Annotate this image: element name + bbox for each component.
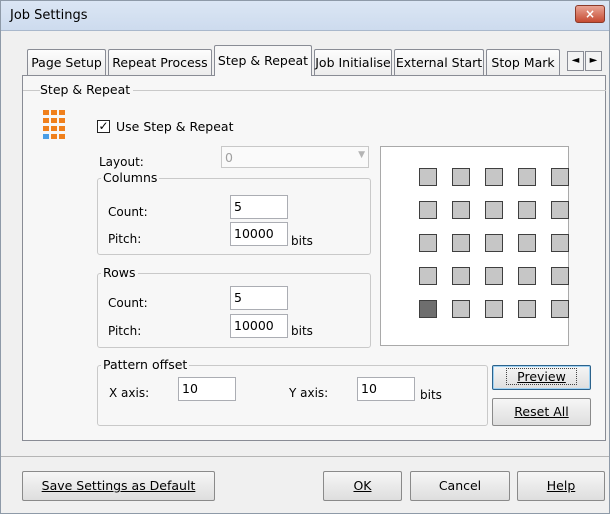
checkmark-icon: ✓ [98,119,109,133]
preview-cell [551,267,569,285]
title-bar: Job Settings × [1,1,609,31]
use-step-repeat-checkbox[interactable]: ✓ [97,120,110,133]
preview-cell [485,300,503,318]
ok-label: OK [353,478,372,493]
step-repeat-grid-icon [43,110,65,139]
rows-count-input[interactable]: 5 [230,286,288,310]
rows-pitch-value: 10000 [234,318,274,333]
preview-cell [551,201,569,219]
use-step-repeat-label: Use Step & Repeat [116,119,234,134]
preview-cell [419,168,437,186]
help-label: Help [546,478,576,493]
x-axis-label: X axis: [109,386,150,400]
tab-label: External Start [395,55,483,70]
job-settings-window: Job Settings × Page Setup Repeat Process… [0,0,610,514]
x-axis-value: 10 [182,381,198,396]
layout-label: Layout: [99,155,144,169]
rows-title: Rows [101,265,138,280]
rows-count-label: Count: [108,296,148,310]
preview-cell [518,234,536,252]
columns-pitch-label: Pitch: [108,232,142,246]
reset-all-button[interactable]: Reset All [492,398,591,426]
window-title: Job Settings [10,8,88,23]
layout-select[interactable]: 0 ▼ [221,146,369,168]
preview-cell [551,234,569,252]
section-title: Step & Repeat [40,82,134,97]
preview-cell [518,267,536,285]
step-repeat-panel: Step & Repeat ✓ Use Step & Repeat Layout… [22,75,606,441]
y-axis-input[interactable]: 10 [357,377,415,401]
tab-label: Step & Repeat [217,53,309,68]
preview-cell [518,300,536,318]
preview-cell [452,201,470,219]
columns-pitch-value: 10000 [234,226,274,241]
columns-count-value: 5 [234,199,242,214]
preview-cell [452,300,470,318]
help-button[interactable]: Help [517,471,605,501]
preview-cell [419,234,437,252]
tab-job-initialise[interactable]: Job Initialise [314,49,392,75]
preview-cell [485,234,503,252]
x-axis-input[interactable]: 10 [178,377,236,401]
preview-cell [452,168,470,186]
arrow-right-icon: ► [589,55,598,66]
tab-label: Repeat Process [112,55,208,70]
rows-count-value: 5 [234,290,242,305]
preview-cell [485,168,503,186]
preview-cell [452,234,470,252]
tab-scroll-left-button[interactable]: ◄ [567,51,584,71]
columns-count-input[interactable]: 5 [230,195,288,219]
preview-cell [419,267,437,285]
tab-external-start[interactable]: External Start [394,49,484,75]
cancel-button[interactable]: Cancel [410,471,510,501]
tab-stop-mark[interactable]: Stop Mark [486,49,560,75]
rows-pitch-label: Pitch: [108,324,142,338]
preview-cell [518,168,536,186]
arrow-left-icon: ◄ [571,55,580,66]
y-axis-value: 10 [361,381,377,396]
save-settings-default-button[interactable]: Save Settings as Default [22,471,215,501]
layout-preview [380,146,569,346]
preview-cell [551,300,569,318]
columns-pitch-input[interactable]: 10000 [230,222,288,246]
footer-divider [1,456,609,457]
tab-repeat-process[interactable]: Repeat Process [108,49,212,75]
preview-button-label: Preview [506,368,577,385]
rows-pitch-unit: bits [291,324,313,338]
tab-page-setup[interactable]: Page Setup [27,49,106,75]
tab-label: Job Initialise [315,55,391,70]
save-default-label: Save Settings as Default [41,478,196,493]
cancel-label: Cancel [438,478,482,493]
tab-scroll-right-button[interactable]: ► [585,51,602,71]
columns-count-label: Count: [108,205,148,219]
tab-step-repeat[interactable]: Step & Repeat [214,45,312,76]
reset-all-button-label: Reset All [514,404,569,419]
offset-unit: bits [420,388,442,402]
layout-value: 0 [225,150,233,165]
preview-cell [485,267,503,285]
chevron-down-icon: ▼ [358,150,365,160]
columns-title: Columns [101,170,160,185]
columns-pitch-unit: bits [291,234,313,248]
preview-cell [419,300,437,318]
y-axis-label: Y axis: [289,386,329,400]
rows-pitch-input[interactable]: 10000 [230,314,288,338]
preview-cell [452,267,470,285]
close-icon: × [584,7,596,21]
close-button[interactable]: × [575,5,605,23]
preview-cell [419,201,437,219]
preview-button[interactable]: Preview [492,365,591,390]
preview-cell [518,201,536,219]
tab-label: Stop Mark [491,55,555,70]
preview-cell [485,201,503,219]
preview-cell [551,168,569,186]
pattern-offset-title: Pattern offset [101,357,190,372]
tab-label: Page Setup [31,55,102,70]
ok-button[interactable]: OK [323,471,402,501]
